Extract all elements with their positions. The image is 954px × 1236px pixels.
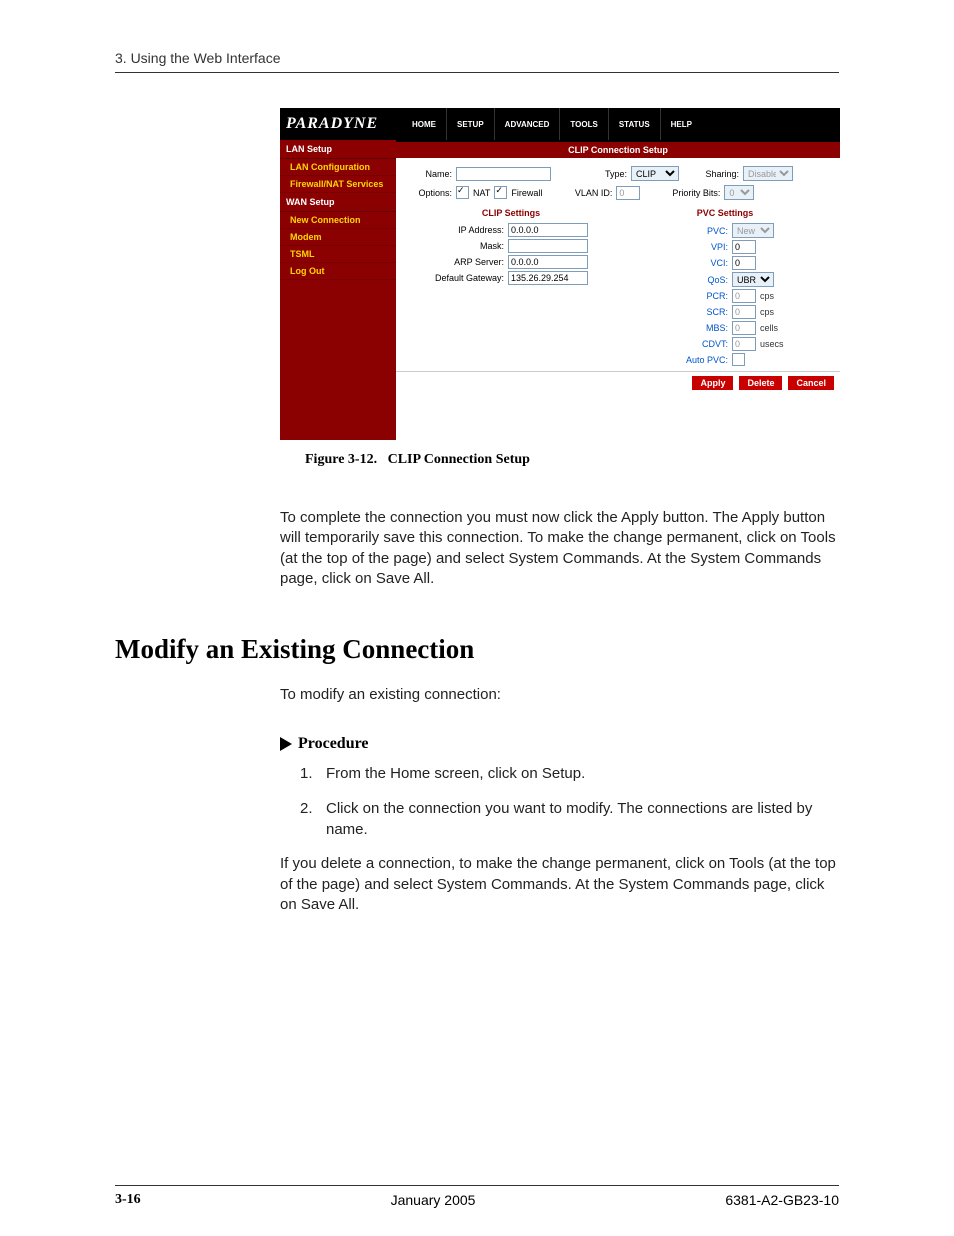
top-nav: HOME SETUP ADVANCED TOOLS STATUS HELP	[402, 108, 702, 140]
priority-label: Priority Bits:	[644, 188, 720, 198]
priority-select[interactable]: 0	[724, 185, 754, 200]
qos-select[interactable]: UBR	[732, 272, 774, 287]
firewall-label: Firewall	[511, 188, 542, 198]
cdvt-label: CDVT:	[618, 339, 732, 349]
name-input[interactable]	[456, 167, 551, 181]
vlan-id-input[interactable]	[616, 186, 640, 200]
pvc-select[interactable]: New	[732, 223, 774, 238]
delete-button[interactable]: Delete	[739, 376, 782, 390]
nav-status[interactable]: STATUS	[609, 108, 661, 140]
qos-label: QoS:	[618, 275, 732, 285]
paragraph-2: To modify an existing connection:	[280, 685, 839, 705]
paragraph-1: To complete the connection you must now …	[280, 508, 839, 589]
mbs-unit: cells	[756, 323, 778, 333]
cdvt-input[interactable]	[732, 337, 756, 351]
cancel-button[interactable]: Cancel	[788, 376, 834, 390]
pcr-input[interactable]	[732, 289, 756, 303]
page-footer: 3-16 January 2005 6381-A2-GB23-10	[115, 1185, 839, 1208]
footer-docid: 6381-A2-GB23-10	[725, 1192, 839, 1208]
scr-label: SCR:	[618, 307, 732, 317]
sharing-label: Sharing:	[683, 169, 739, 179]
pvc-label: PVC:	[618, 226, 732, 236]
sidebar: LAN Setup LAN Configuration Firewall/NAT…	[280, 140, 396, 440]
clip-settings-title: CLIP Settings	[404, 204, 618, 222]
gw-label: Default Gateway:	[404, 273, 508, 283]
name-label: Name:	[404, 169, 452, 179]
cdvt-unit: usecs	[756, 339, 784, 349]
pcr-unit: cps	[756, 291, 774, 301]
apply-button[interactable]: Apply	[692, 376, 733, 390]
nat-label: NAT	[473, 188, 490, 198]
list-item: 1.From the Home screen, click on Setup.	[300, 763, 839, 784]
sidebar-wan-setup: WAN Setup	[280, 193, 396, 212]
vci-label: VCI:	[618, 258, 732, 268]
router-screenshot: PARADYNE HOME SETUP ADVANCED TOOLS STATU…	[280, 108, 840, 440]
sidebar-tsml[interactable]: TSML	[280, 246, 396, 263]
mbs-label: MBS:	[618, 323, 732, 333]
pcr-label: PCR:	[618, 291, 732, 301]
nav-help[interactable]: HELP	[661, 108, 702, 140]
sidebar-firewall[interactable]: Firewall/NAT Services	[280, 176, 396, 193]
vpi-input[interactable]	[732, 240, 756, 254]
procedure-heading: Procedure	[280, 735, 954, 753]
footer-date: January 2005	[391, 1192, 476, 1208]
pvc-settings-title: PVC Settings	[618, 204, 832, 222]
type-label: Type:	[555, 169, 627, 179]
autopvc-checkbox[interactable]	[732, 353, 745, 366]
section-title: Modify an Existing Connection	[115, 634, 954, 665]
sidebar-new-connection[interactable]: New Connection	[280, 212, 396, 229]
arp-label: ARP Server:	[404, 257, 508, 267]
sharing-select[interactable]: Disable	[743, 166, 793, 181]
firewall-checkbox[interactable]	[494, 186, 507, 199]
nav-home[interactable]: HOME	[402, 108, 447, 140]
nav-advanced[interactable]: ADVANCED	[495, 108, 561, 140]
page-header: 3. Using the Web Interface	[115, 50, 839, 73]
gw-input[interactable]	[508, 271, 588, 285]
mask-label: Mask:	[404, 241, 508, 251]
footer-page-num: 3-16	[115, 1192, 141, 1208]
ip-input[interactable]	[508, 223, 588, 237]
sidebar-lan-config[interactable]: LAN Configuration	[280, 159, 396, 176]
panel-title: CLIP Connection Setup	[396, 140, 840, 158]
type-select[interactable]: CLIP	[631, 166, 679, 181]
scr-input[interactable]	[732, 305, 756, 319]
brand-logo: PARADYNE	[280, 108, 402, 140]
sidebar-lan-setup: LAN Setup	[280, 140, 396, 159]
ip-label: IP Address:	[404, 225, 508, 235]
nav-setup[interactable]: SETUP	[447, 108, 495, 140]
autopvc-label: Auto PVC:	[618, 355, 732, 365]
mbs-input[interactable]	[732, 321, 756, 335]
nav-tools[interactable]: TOOLS	[560, 108, 608, 140]
nat-checkbox[interactable]	[456, 186, 469, 199]
procedure-list: 1.From the Home screen, click on Setup. …	[300, 763, 839, 840]
figure-caption: Figure 3-12. CLIP Connection Setup	[305, 452, 954, 468]
arp-input[interactable]	[508, 255, 588, 269]
options-label: Options:	[404, 188, 452, 198]
mask-input[interactable]	[508, 239, 588, 253]
sidebar-logout[interactable]: Log Out	[280, 263, 396, 280]
scr-unit: cps	[756, 307, 774, 317]
sidebar-modem[interactable]: Modem	[280, 229, 396, 246]
vpi-label: VPI:	[618, 242, 732, 252]
arrow-icon	[280, 737, 292, 751]
paragraph-3: If you delete a connection, to make the …	[280, 854, 839, 915]
list-item: 2.Click on the connection you want to mo…	[300, 798, 839, 840]
vci-input[interactable]	[732, 256, 756, 270]
vlan-id-label: VLAN ID:	[546, 188, 612, 198]
